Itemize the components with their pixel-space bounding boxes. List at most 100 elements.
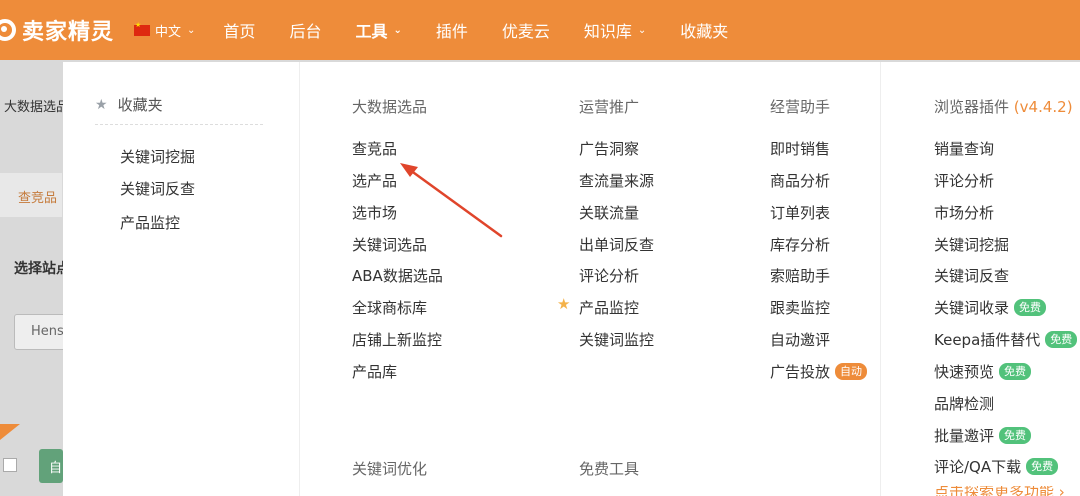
menu-item-product-monitor[interactable]: 产品监控 — [579, 297, 639, 318]
favorited-star-icon[interactable]: ★ — [557, 295, 570, 313]
brand-logo[interactable]: 卖家精灵 — [0, 14, 114, 46]
favorites-header: ★ 收藏夹 — [95, 94, 163, 115]
nav-youmaiyun[interactable]: 优麦云 — [502, 18, 550, 42]
menu-item-batch-review[interactable]: 批量邀评 免费 — [934, 425, 1032, 446]
free-badge: 免费 — [1014, 299, 1047, 316]
menu-item-plugin-keyword-reverse[interactable]: 关键词反查 — [934, 265, 1009, 286]
nav-home[interactable]: 首页 — [223, 18, 255, 42]
auto-button-label: 自 — [49, 461, 63, 476]
auto-badge: 自动 — [835, 363, 868, 380]
free-badge: 免费 — [1045, 331, 1078, 348]
menu-item-auto-review[interactable]: 自动邀评 — [770, 329, 830, 350]
free-badge: 免费 — [999, 427, 1032, 444]
nav-backend-label: 后台 — [289, 22, 322, 41]
nav-plugins[interactable]: 插件 — [436, 18, 468, 42]
china-flag-icon — [134, 21, 151, 36]
favorite-item[interactable]: 关键词反查 — [120, 178, 195, 199]
nav-tools-label: 工具 — [355, 22, 388, 41]
nav-knowledge[interactable]: 知识库 ⌄ — [584, 18, 646, 42]
nav-favorites[interactable]: 收藏夹 — [680, 18, 728, 42]
menu-item-trademark[interactable]: 全球商标库 — [352, 297, 427, 318]
menu-item-product-library[interactable]: 产品库 — [352, 361, 397, 382]
menu-item-keyword-monitor[interactable]: 关键词监控 — [579, 329, 654, 350]
chevron-down-icon: ⌄ — [187, 24, 196, 36]
chevron-down-icon: ⌄ — [637, 24, 647, 36]
column-divider — [299, 62, 300, 496]
explore-more-link[interactable]: 点击探索更多功能 › — [934, 486, 1065, 496]
chevron-down-icon: ⌄ — [393, 24, 402, 36]
menu-item-keepa-label: Keepa插件替代 — [934, 331, 1041, 349]
menu-item-ad-placement-label: 广告投放 — [770, 363, 831, 381]
auto-button[interactable]: 自 — [39, 449, 63, 483]
plugin-version: (v4.4.2) — [1013, 98, 1073, 116]
menu-item-quick-preview-label: 快速预览 — [934, 363, 995, 381]
favorite-item[interactable]: 关键词挖掘 — [120, 146, 195, 167]
section-title-plugin: 浏览器插件 (v4.4.2) — [934, 96, 1073, 117]
menu-item-order-keyword[interactable]: 出单词反查 — [579, 234, 654, 255]
menu-item-traffic-source[interactable]: 查流量来源 — [579, 170, 654, 191]
menu-item-plugin-keyword-mine[interactable]: 关键词挖掘 — [934, 234, 1009, 255]
row-checkbox[interactable] — [3, 458, 17, 472]
menu-item-inventory[interactable]: 库存分析 — [770, 234, 830, 255]
tools-dropdown-panel: ★ 收藏夹 关键词挖掘 关键词反查 产品监控 大数据选品 查竞品 选产品 选市场… — [63, 62, 1080, 496]
menu-item-keyword-index[interactable]: 关键词收录 免费 — [934, 297, 1047, 318]
menu-item-ad-insight[interactable]: 广告洞察 — [579, 138, 639, 159]
free-badge: 免费 — [1026, 458, 1059, 475]
menu-item-aba[interactable]: ABA数据选品 — [352, 265, 443, 286]
menu-item-keepa[interactable]: Keepa插件替代 免费 — [934, 329, 1078, 350]
menu-item-qa-download[interactable]: 评论/QA下载 免费 — [934, 456, 1059, 477]
nav-plugins-label: 插件 — [435, 22, 468, 41]
menu-item-ad-placement[interactable]: 广告投放 自动 — [770, 361, 868, 382]
section-title-ops: 运营推广 — [579, 98, 640, 116]
menu-item-keyword-select[interactable]: 关键词选品 — [352, 234, 427, 255]
free-badge: 免费 — [999, 363, 1032, 380]
menu-item-related-traffic[interactable]: 关联流量 — [579, 202, 639, 223]
favorite-item[interactable]: 产品监控 — [120, 212, 180, 233]
divider — [95, 124, 263, 125]
menu-item-goods-analysis[interactable]: 商品分析 — [770, 170, 830, 191]
nav-knowledge-label: 知识库 — [583, 22, 632, 41]
menu-item-brand-check[interactable]: 品牌检测 — [934, 393, 994, 414]
menu-item-store-monitor[interactable]: 店铺上新监控 — [352, 329, 442, 350]
nav-favorites-label: 收藏夹 — [680, 22, 729, 41]
menu-item-instant-sales[interactable]: 即时销售 — [770, 138, 830, 159]
favorites-column: ★ 收藏夹 关键词挖掘 关键词反查 产品监控 — [63, 62, 299, 496]
brand-logo-icon — [0, 19, 16, 41]
menu-item-review-analysis[interactable]: 评论分析 — [579, 265, 639, 286]
menu-item-sales-query[interactable]: 销量查询 — [934, 138, 994, 159]
site-select-label: 选择站点 — [14, 261, 70, 277]
breadcrumb: 大数据选品 — [4, 100, 70, 115]
menu-item-qa-download-label: 评论/QA下载 — [934, 458, 1022, 476]
section-title-bigdata: 大数据选品 — [352, 98, 428, 116]
section-title-biz: 经营助手 — [770, 98, 831, 116]
menu-item-hijack-monitor[interactable]: 跟卖监控 — [770, 297, 830, 318]
star-icon: ★ — [95, 96, 108, 113]
explore-more-label: 点击探索更多功能 — [934, 486, 1055, 496]
menu-item-claim[interactable]: 索赔助手 — [770, 265, 830, 286]
menu-item-keyword-index-label: 关键词收录 — [934, 299, 1010, 317]
search-input-value: Hens — [31, 324, 64, 339]
menu-item-select-product[interactable]: 选产品 — [352, 170, 397, 191]
top-nav-bar: 卖家精灵 中文 ⌄ 首页 后台 工具 ⌄ 插件 优麦云 知识库 ⌄ 收藏夹 — [0, 0, 1080, 60]
tab-competitor[interactable]: 查竞品 — [0, 173, 62, 217]
nav-youmaiyun-label: 优麦云 — [501, 22, 550, 41]
language-switcher[interactable]: 中文 ⌄ — [134, 21, 195, 40]
language-label: 中文 — [155, 24, 182, 40]
menu-item-plugin-review[interactable]: 评论分析 — [934, 170, 994, 191]
brand-name: 卖家精灵 — [22, 20, 115, 45]
menu-item-order-list[interactable]: 订单列表 — [770, 202, 830, 223]
menu-item-quick-preview[interactable]: 快速预览 免费 — [934, 361, 1032, 382]
tab-competitor-label: 查竞品 — [18, 191, 58, 206]
menu-item-competitor[interactable]: 查竞品 — [352, 138, 397, 159]
corner-ribbon — [0, 424, 20, 440]
favorites-title: 收藏夹 — [117, 96, 163, 114]
menu-item-plugin-market[interactable]: 市场分析 — [934, 202, 994, 223]
menu-item-select-market[interactable]: 选市场 — [352, 202, 397, 223]
section-title-free-tools: 免费工具 — [579, 460, 640, 478]
nav-tools[interactable]: 工具 ⌄ — [355, 18, 401, 42]
plugin-title: 浏览器插件 — [934, 98, 1010, 116]
column-divider — [880, 62, 881, 496]
nav-home-label: 首页 — [223, 22, 256, 41]
nav-backend[interactable]: 后台 — [289, 18, 321, 42]
section-title-keyword-opt: 关键词优化 — [352, 460, 428, 478]
